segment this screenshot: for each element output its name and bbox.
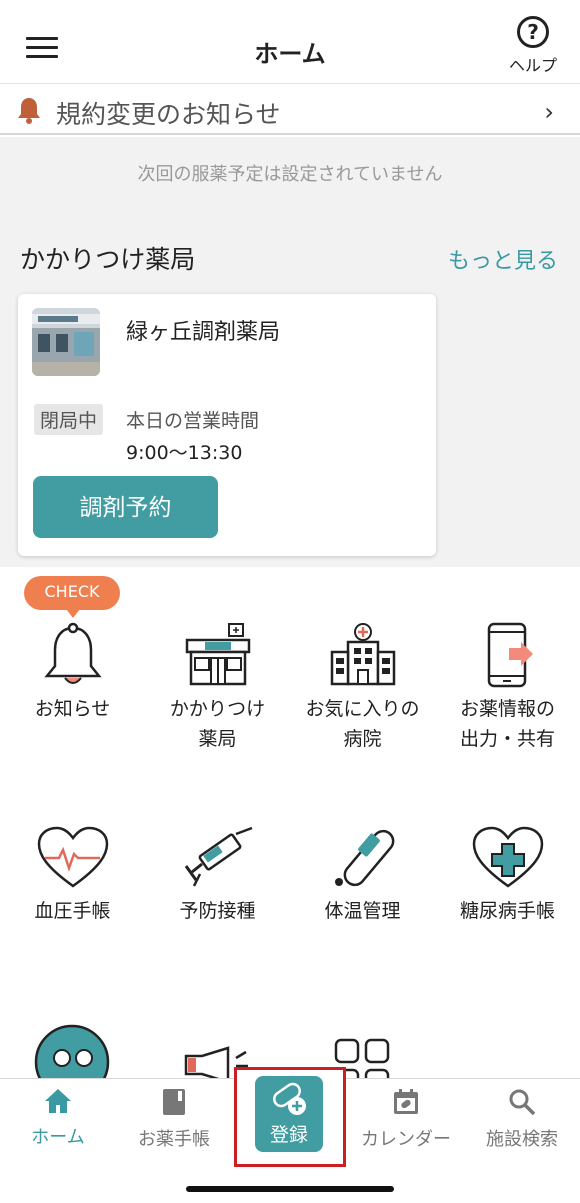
home-icon — [45, 1089, 71, 1113]
tab-label: 施設検索 — [486, 1129, 558, 1150]
calendar-icon — [394, 1089, 418, 1114]
hours-label: 本日の営業時間 — [126, 410, 260, 432]
menu-label: かかりつけ 薬局 — [169, 698, 266, 750]
tab-register-highlight: 登録 — [234, 1067, 346, 1167]
menu-label: お気に入りの 病院 — [305, 698, 420, 750]
chevron-right-icon: › — [544, 98, 554, 126]
check-badge: CHECK — [24, 576, 120, 618]
tab-label: ホーム — [31, 1127, 85, 1148]
home-indicator — [186, 1186, 394, 1192]
tab-search[interactable]: 施設検索 — [464, 1087, 580, 1151]
menu-label: お薬情報の 出力・共有 — [459, 698, 555, 750]
notice-banner[interactable]: 規約変更のお知らせ › — [0, 85, 580, 135]
menu-label: 体温管理 — [324, 900, 401, 922]
tab-home[interactable]: ホーム — [0, 1087, 116, 1149]
tab-notebook[interactable]: お薬手帳 — [116, 1087, 232, 1151]
family-icon — [34, 1024, 110, 1078]
bell-icon — [43, 622, 102, 684]
pharmacy-photo — [32, 308, 100, 376]
app-header: ホーム ? ヘルプ — [0, 0, 580, 84]
tab-label: カレンダー — [361, 1129, 451, 1150]
menu-item-share[interactable]: お薬情報の 出力・共有 — [435, 622, 580, 754]
tab-label: お薬手帳 — [138, 1129, 210, 1150]
pharmacy-section-title: かかりつけ薬局 — [20, 245, 196, 274]
hours-value: 9:00〜13:30 — [126, 442, 243, 464]
tab-label: 登録 — [269, 1124, 308, 1146]
bell-icon — [18, 98, 40, 124]
menu-item-pharmacy[interactable]: かかりつけ 薬局 — [145, 622, 290, 754]
help-button[interactable]: ? ヘルプ — [500, 16, 566, 76]
menu-item-diabetes[interactable]: 糖尿病手帳 — [435, 826, 580, 926]
heart-plus-icon — [472, 826, 543, 888]
menu-item-hospital[interactable]: お気に入りの 病院 — [290, 622, 435, 754]
page-title: ホーム — [254, 40, 326, 68]
menu-label: 予防接種 — [179, 900, 256, 922]
menu-label: 血圧手帳 — [34, 900, 111, 922]
menu-label: お知らせ — [34, 698, 111, 720]
menu-item-notifications[interactable]: お知らせ — [0, 622, 145, 724]
search-icon — [509, 1089, 536, 1116]
next-dose-message: 次回の服薬予定は設定されていません — [137, 164, 443, 185]
help-label: ヘルプ — [508, 56, 557, 75]
more-link[interactable]: もっと見る — [448, 243, 558, 275]
menu-item-blood-pressure[interactable]: 血圧手帳 — [0, 826, 145, 926]
bottom-tab-bar: ホーム お薬手帳 登録 カレンダー 施設検索 — [0, 1067, 580, 1203]
menu-item-vaccination[interactable]: 予防接種 — [145, 826, 290, 926]
pharmacy-name: 緑ヶ丘調剤薬局 — [126, 320, 281, 345]
pharmacy-card[interactable]: 緑ヶ丘調剤薬局 閉局中 本日の営業時間 9:00〜13:30 調剤予約 — [18, 294, 436, 556]
menu-item-family[interactable] — [34, 1024, 110, 1078]
syringe-icon — [184, 826, 252, 887]
heart-pulse-icon — [37, 826, 108, 888]
phone-share-icon — [487, 622, 533, 688]
notebook-icon — [163, 1089, 185, 1115]
reserve-button[interactable]: 調剤予約 — [33, 476, 218, 538]
thermometer-icon — [334, 829, 394, 887]
pharmacy-icon — [185, 623, 250, 686]
tab-register[interactable]: 登録 — [255, 1076, 323, 1152]
pill-plus-icon — [273, 1082, 306, 1115]
tab-calendar[interactable]: カレンダー — [348, 1087, 464, 1151]
menu-label: 糖尿病手帳 — [459, 900, 555, 922]
help-icon: ? — [517, 16, 549, 48]
menu-item-temperature[interactable]: 体温管理 — [290, 826, 435, 926]
status-badge: 閉局中 — [34, 404, 104, 435]
hospital-icon — [330, 623, 395, 686]
notice-text: 規約変更のお知らせ — [56, 100, 281, 129]
